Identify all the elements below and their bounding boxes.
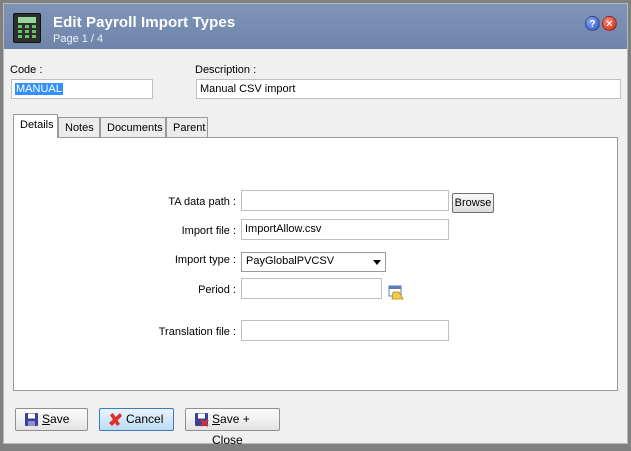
description-value: Manual CSV import (200, 83, 296, 95)
translation-file-input[interactable] (241, 320, 449, 341)
code-value: MANUAL (15, 83, 63, 95)
translation-file-label: Translation file : (158, 326, 236, 338)
calendar-folder-icon[interactable] (388, 284, 404, 300)
import-type-label: Import type : (174, 254, 236, 266)
code-label: Code : (10, 64, 43, 76)
tab-parent[interactable]: Parent (166, 117, 208, 137)
cancel-button[interactable]: Cancel (99, 408, 174, 431)
calculator-icon (13, 13, 41, 43)
edit-payroll-import-types-window: Edit Payroll Import Types Page 1 / 4 ? ✕… (3, 3, 628, 447)
browse-button[interactable]: Browse (452, 193, 494, 213)
ta-data-path-label: TA data path : (168, 196, 236, 208)
title-bar: Edit Payroll Import Types Page 1 / 4 ? ✕ (4, 4, 627, 49)
description-field[interactable]: Manual CSV import (196, 79, 621, 99)
window-title: Edit Payroll Import Types (53, 14, 236, 31)
tab-notes[interactable]: Notes (58, 117, 100, 137)
tab-documents[interactable]: Documents (100, 117, 166, 137)
chevron-down-icon (373, 260, 381, 265)
import-file-input[interactable]: ImportAllow.csv (241, 219, 449, 240)
import-type-select[interactable]: PayGlobalPVCSV (241, 252, 386, 272)
save-icon (25, 413, 38, 426)
save-close-icon (195, 413, 209, 427)
period-input[interactable] (241, 278, 382, 299)
tab-details[interactable]: Details (13, 114, 58, 138)
save-close-button[interactable]: Save + Close (185, 408, 280, 447)
cancel-icon (109, 413, 122, 426)
import-type-value: PayGlobalPVCSV (246, 255, 335, 267)
code-field[interactable]: MANUAL (11, 79, 153, 99)
page-indicator: Page 1 / 4 (53, 33, 104, 45)
close-icon[interactable]: ✕ (602, 16, 617, 31)
period-label: Period : (198, 284, 236, 296)
import-file-label: Import file : (181, 225, 236, 237)
description-label: Description : (195, 64, 257, 76)
save-button[interactable]: Save (15, 408, 88, 431)
help-icon[interactable]: ? (585, 16, 600, 31)
ta-data-path-input[interactable] (241, 190, 449, 211)
